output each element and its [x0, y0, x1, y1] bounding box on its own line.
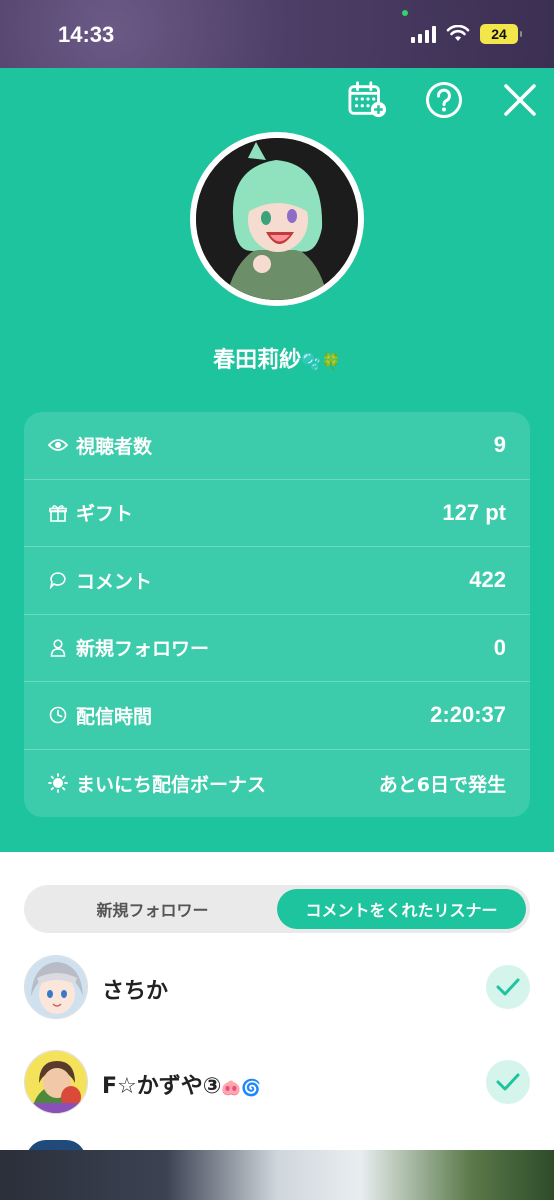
stat-row-new-followers: 新規フォロワー 0 — [24, 615, 530, 682]
camera-indicator — [402, 10, 408, 16]
listener-name-emoji: 🐽🌀 — [221, 1078, 262, 1097]
close-icon — [504, 84, 536, 116]
stat-row-stream-time: 配信時間 2:20:37 — [24, 682, 530, 750]
stat-value: 9 — [493, 432, 506, 458]
list-item[interactable]: さちか — [0, 955, 554, 1025]
sun-icon — [48, 773, 68, 794]
stat-value: 2:20:37 — [430, 702, 506, 728]
listener-tabs: 新規フォロワー コメントをくれたリスナー — [24, 885, 530, 933]
stat-row-daily-bonus: まいにち配信ボーナス あと6日で発生 — [24, 750, 530, 818]
gift-icon — [48, 503, 68, 523]
close-button[interactable] — [500, 80, 540, 120]
stat-label: 配信時間 — [76, 705, 153, 728]
tab-new-followers[interactable]: 新規フォロワー — [28, 889, 277, 929]
avatar-illustration — [196, 138, 358, 300]
check-icon — [496, 978, 520, 996]
streamer-name-text: 春田莉紗 — [213, 348, 302, 373]
top-actions — [348, 80, 540, 120]
status-icons: 24 — [411, 24, 522, 44]
stat-value: 0 — [493, 634, 506, 660]
calendar-add-button[interactable] — [348, 80, 388, 120]
list-item[interactable]: F☆かずや③🐽🌀 — [0, 1050, 554, 1120]
stat-label: コメント — [76, 570, 153, 593]
listener-name: さちか — [102, 979, 169, 1004]
streamer-avatar — [190, 132, 364, 306]
clock-icon — [48, 705, 68, 725]
stat-label: ギフト — [76, 503, 134, 526]
check-button[interactable] — [486, 965, 530, 1009]
stat-label: 視聴者数 — [76, 435, 153, 458]
help-button[interactable] — [424, 80, 464, 120]
listener-name: F☆かずや③🐽🌀 — [102, 1068, 261, 1100]
battery-icon: 24 — [480, 24, 522, 44]
status-time: 14:33 — [58, 22, 115, 47]
eye-icon — [48, 435, 68, 455]
calendar-add-icon — [348, 81, 387, 118]
wifi-icon — [446, 25, 470, 41]
streamer-name-emoji: 🫧🍀 — [301, 352, 341, 371]
streamer-name: 春田莉紗🫧🍀 — [0, 342, 554, 374]
check-icon — [496, 1073, 520, 1091]
help-icon — [426, 82, 462, 118]
avatar — [24, 1050, 88, 1114]
stat-value: 422 — [469, 567, 506, 593]
signal-icon — [411, 25, 436, 43]
background-video-strip — [0, 1150, 554, 1200]
listener-name-text: F☆かずや③ — [102, 1074, 222, 1099]
comment-icon — [48, 570, 68, 590]
stat-value: 127 pt — [442, 499, 506, 525]
stat-label: 新規フォロワー — [76, 638, 210, 661]
stream-summary-panel: 春田莉紗🫧🍀 視聴者数 9 ギフト 127 pt コメント 422 新規フォロワ… — [0, 68, 554, 852]
avatar — [24, 955, 88, 1019]
tab-commenting-listeners[interactable]: コメントをくれたリスナー — [277, 889, 526, 929]
stat-label: まいにち配信ボーナス — [76, 773, 267, 796]
stat-row-comments: コメント 422 — [24, 547, 530, 615]
person-icon — [48, 638, 68, 658]
status-bar: 14:33 24 — [0, 0, 554, 68]
stats-card: 視聴者数 9 ギフト 127 pt コメント 422 新規フォロワー 0 配信時… — [24, 412, 530, 817]
stat-value: あと6日で発生 — [378, 773, 506, 796]
stat-row-viewers: 視聴者数 9 — [24, 412, 530, 480]
check-button[interactable] — [486, 1060, 530, 1104]
stat-row-gift: ギフト 127 pt — [24, 480, 530, 547]
